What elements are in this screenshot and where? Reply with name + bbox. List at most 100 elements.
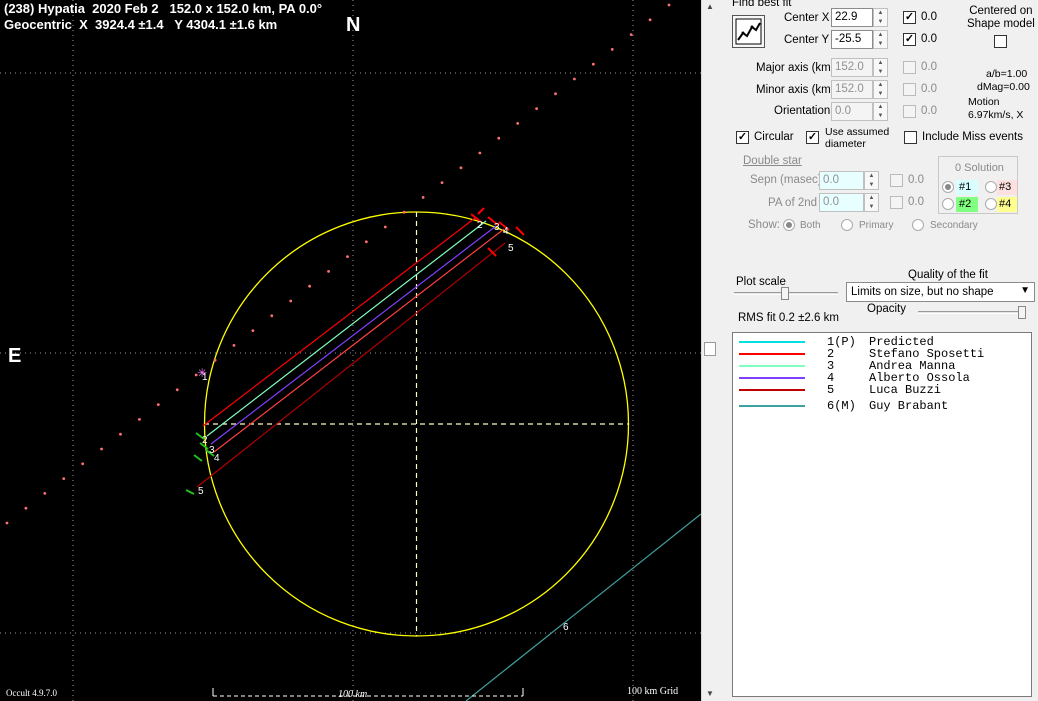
chord-brabant-miss	[465, 513, 701, 701]
assumed-diameter-checkbox[interactable]: ✓	[806, 131, 819, 144]
chevron-down-icon: ▼	[1020, 285, 1030, 296]
show-secondary-radio[interactable]	[912, 219, 924, 231]
predicted-path-dot	[81, 462, 85, 466]
centered-on-shape-checkbox[interactable]	[994, 35, 1007, 48]
solution-2-label: #2	[956, 197, 978, 212]
minor-axis-fix-checkbox[interactable]	[903, 83, 916, 96]
solution-3-radio[interactable]	[985, 181, 997, 193]
sepn-spinner[interactable]: ▲ ▼	[864, 171, 879, 190]
version-label: Occult 4.9.7.0	[6, 688, 57, 698]
predicted-path-dot	[440, 181, 444, 185]
show-label: Show:	[748, 219, 780, 231]
center-x-spinner[interactable]: ▲ ▼	[873, 8, 888, 27]
include-miss-checkbox[interactable]	[904, 131, 917, 144]
show-both-radio[interactable]	[783, 219, 795, 231]
observer-legend[interactable]: 1(P) Predicted 2 Stefano Sposetti 3 Andr…	[732, 332, 1032, 697]
sepn-fix-checkbox[interactable]	[890, 174, 903, 187]
vertical-scrollbar[interactable]: ▲ ▼	[701, 0, 718, 701]
show-both-label: Both	[800, 220, 821, 231]
chord-sposetti-outer	[213, 228, 505, 453]
chord-label-2-start: 2	[202, 435, 208, 446]
legend-line-manna	[739, 365, 805, 367]
center-x-uncertainty: 0.0	[921, 11, 937, 23]
predicted-path-dot	[5, 521, 9, 525]
major-axis-spinner[interactable]: ▲ ▼	[873, 58, 888, 77]
predicted-path-dot	[402, 210, 406, 214]
center-y-fix-checkbox[interactable]: ✓	[903, 33, 916, 46]
find-best-fit-button[interactable]	[732, 15, 765, 48]
pa2-spinner[interactable]: ▲ ▼	[864, 193, 879, 212]
predicted-path-dot	[346, 255, 349, 258]
center-y-input[interactable]: -25.5	[831, 30, 873, 49]
opacity-track[interactable]	[918, 311, 1026, 314]
solution-1-radio[interactable]	[942, 181, 954, 193]
predicted-path-dot	[591, 62, 595, 66]
predicted-path-dot	[535, 107, 538, 110]
show-secondary-label: Secondary	[930, 220, 978, 231]
quality-label: Quality of the fit	[908, 269, 988, 281]
sepn-input[interactable]: 0.0	[819, 171, 864, 190]
center-x-input[interactable]: 22.9	[831, 8, 873, 27]
predicted-path-dot	[62, 477, 66, 480]
major-axis-input[interactable]: 152.0	[831, 58, 873, 77]
pa2-input[interactable]: 0.0	[819, 193, 864, 212]
circular-label: Circular	[754, 131, 794, 143]
circular-checkbox[interactable]: ✓	[736, 131, 749, 144]
opacity-thumb[interactable]	[1018, 306, 1026, 319]
solution-4-radio[interactable]	[985, 198, 997, 210]
minor-axis-spinner[interactable]: ▲ ▼	[873, 80, 888, 99]
chord-buzzi-miss	[196, 242, 506, 488]
legend-row: 6(M) Guy Brabant	[733, 400, 1031, 412]
chord-label-6: 6	[563, 622, 569, 633]
chord-ossola	[210, 225, 497, 445]
motion-value: 6.97km/s, X	[968, 109, 1024, 121]
chord-label-5-start: 5	[198, 486, 204, 497]
legend-name: Luca Buzzi	[869, 383, 942, 397]
predicted-path-dot	[289, 299, 293, 303]
plot-canvas[interactable]: ✳	[0, 0, 701, 701]
double-star-label: Double star	[743, 155, 802, 167]
chord-label-5: 5	[508, 243, 514, 254]
timing-error-tick	[185, 489, 195, 495]
motion-label: Motion	[968, 96, 1000, 108]
legend-index: 5	[827, 383, 835, 397]
orientation-label: Orientation	[774, 105, 831, 117]
legend-line-brabant	[739, 405, 805, 407]
chord-sposetti	[202, 217, 476, 427]
center-y-label: Center Y	[784, 34, 830, 46]
predicted-path-dot	[383, 225, 387, 229]
orientation-input[interactable]: 0.0	[831, 102, 873, 121]
plot-scale-thumb[interactable]	[781, 287, 789, 300]
orientation-spinner[interactable]: ▲ ▼	[873, 102, 888, 121]
minor-axis-input[interactable]: 152.0	[831, 80, 873, 99]
legend-line-ossola	[739, 377, 805, 379]
scroll-thumb[interactable]	[704, 342, 716, 356]
show-primary-radio[interactable]	[841, 219, 853, 231]
predicted-path-dot	[119, 432, 122, 436]
solution-2-radio[interactable]	[942, 198, 954, 210]
occultation-plot[interactable]: ✳ (238) Hypatia 2020 Feb 2 152.0 x 152.0…	[0, 0, 701, 701]
quality-dropdown[interactable]: Limits on size, but no shape ▼	[846, 282, 1035, 302]
pa2-fix-checkbox[interactable]	[890, 196, 903, 209]
timing-error-tick	[515, 226, 525, 236]
pa2-label: PA of 2nd	[768, 197, 818, 209]
orientation-fix-checkbox[interactable]	[903, 105, 916, 118]
center-y-spinner[interactable]: ▲ ▼	[873, 30, 888, 49]
chord-label-1: 1	[202, 372, 208, 383]
chord-label-2: 2	[477, 220, 483, 231]
include-miss-label: Include Miss events	[922, 131, 1023, 143]
plot-scale-label: Plot scale	[736, 276, 786, 288]
predicted-path-dot	[251, 329, 255, 332]
scroll-down-icon[interactable]: ▼	[706, 689, 714, 698]
chord-label-3: 3	[494, 222, 500, 233]
chord-manna	[206, 220, 487, 437]
major-axis-fix-checkbox[interactable]	[903, 61, 916, 74]
predicted-path-dot	[629, 33, 633, 36]
predicted-path-dot	[554, 92, 557, 96]
plot-title-line1: (238) Hypatia 2020 Feb 2 152.0 x 152.0 k…	[4, 1, 323, 16]
solution-3-label: #3	[997, 180, 1017, 195]
center-x-fix-checkbox[interactable]: ✓	[903, 11, 916, 24]
sepn-uncertainty: 0.0	[908, 174, 924, 186]
scroll-up-icon[interactable]: ▲	[706, 2, 714, 11]
predicted-path-dot	[308, 284, 312, 288]
